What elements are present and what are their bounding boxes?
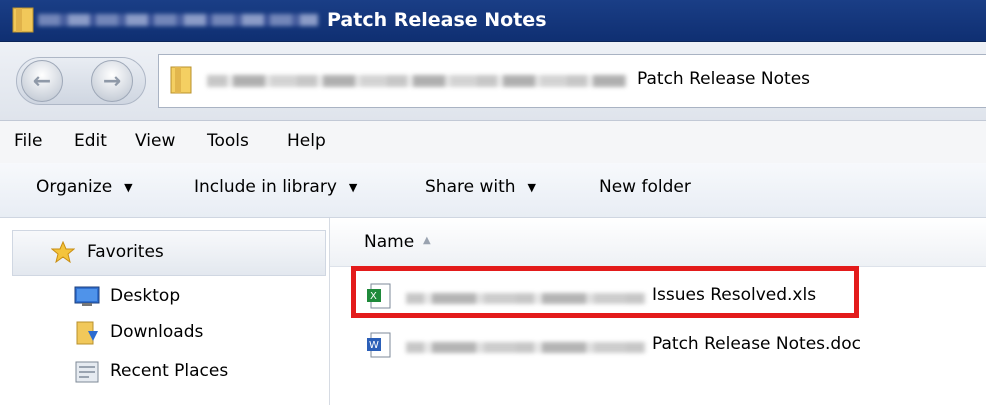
star-icon: [50, 240, 77, 264]
nav-item-label: Recent Places: [110, 361, 229, 381]
address-row: ← → Patch Release Notes: [0, 42, 986, 121]
sort-ascending-icon: ▲: [423, 235, 431, 246]
nav-item-recent-places[interactable]: Recent Places: [74, 360, 229, 383]
file-row[interactable]: W Patch Release Notes.doc: [366, 330, 966, 360]
navigation-buttons: ← →: [16, 57, 146, 105]
organize-label: Organize: [36, 177, 113, 197]
address-path: Patch Release Notes: [637, 69, 811, 89]
favorites-header[interactable]: Favorites: [12, 230, 326, 276]
dropdown-arrow-icon: ▼: [527, 180, 536, 194]
favorites-row: Favorites: [50, 240, 164, 264]
address-bar[interactable]: Patch Release Notes: [158, 54, 986, 108]
recent-places-icon: [74, 360, 100, 383]
share-with-button[interactable]: Share with ▼: [425, 177, 536, 197]
favorites-label: Favorites: [87, 242, 164, 262]
menu-file[interactable]: File: [14, 131, 42, 151]
menu-bar: File Edit View Tools Help: [0, 121, 986, 163]
redacted-filename-prefix: [406, 342, 646, 353]
folder-icon: [12, 6, 34, 39]
title-bar: Patch Release Notes: [0, 0, 986, 42]
nav-item-desktop[interactable]: Desktop: [74, 285, 180, 307]
folder-icon: [169, 65, 195, 100]
organize-button[interactable]: Organize ▼: [36, 177, 133, 197]
command-bar: Organize ▼ Include in library ▼ Share wi…: [0, 163, 986, 218]
navigation-pane: Favorites Desktop Downloads Recent Place…: [0, 218, 330, 405]
dropdown-arrow-icon: ▼: [348, 180, 358, 194]
new-folder-button[interactable]: New folder: [599, 177, 691, 197]
nav-item-label: Desktop: [110, 286, 181, 306]
menu-edit[interactable]: Edit: [74, 131, 107, 151]
window-title: Patch Release Notes: [327, 9, 547, 31]
word-file-icon: W: [366, 332, 392, 363]
nav-item-label: Downloads: [110, 322, 204, 342]
desktop-icon: [74, 285, 100, 307]
forward-button[interactable]: →: [91, 60, 133, 102]
redacted-title-prefix: [38, 14, 318, 26]
column-name-label: Name: [364, 232, 415, 252]
include-in-library-button[interactable]: Include in library ▼: [194, 177, 357, 197]
share-with-label: Share with: [425, 177, 516, 197]
svg-text:W: W: [369, 340, 379, 351]
nav-item-downloads[interactable]: Downloads: [74, 321, 204, 345]
include-in-library-label: Include in library: [194, 177, 337, 197]
redacted-path-prefix: [207, 75, 627, 87]
back-button[interactable]: ←: [21, 60, 63, 102]
dropdown-arrow-icon: ▼: [124, 180, 133, 194]
column-header-name[interactable]: Name ▲: [330, 218, 986, 267]
downloads-icon: [74, 321, 100, 345]
menu-help[interactable]: Help: [287, 131, 326, 151]
menu-view[interactable]: View: [135, 131, 175, 151]
file-name: Patch Release Notes.doc: [652, 334, 861, 354]
highlight-annotation-box: [351, 266, 859, 318]
menu-tools[interactable]: Tools: [207, 131, 249, 151]
